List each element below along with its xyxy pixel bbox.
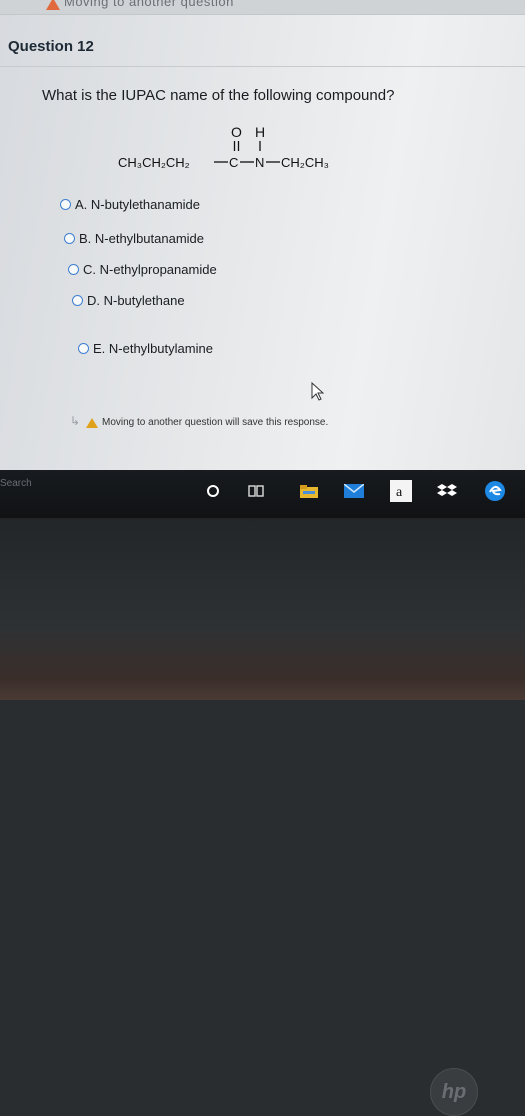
- dropbox-icon[interactable]: [436, 484, 458, 500]
- option-b[interactable]: B. N-ethylbutanamide: [64, 231, 204, 246]
- arrow-icon: ↳: [70, 414, 81, 428]
- formula-nitrogen: N: [255, 155, 264, 170]
- structural-formula: O H CH₃CH₂CH₂ C N CH₂CH₃: [118, 124, 329, 170]
- save-notice-text: Moving to another question will save thi…: [102, 417, 329, 428]
- taskbar-search[interactable]: Search: [0, 478, 32, 489]
- option-c-label: C. N-ethylpropanamide: [83, 262, 217, 277]
- option-d-label: D. N-butylethane: [87, 293, 185, 308]
- hp-logo-icon: hp: [430, 1068, 478, 1116]
- browser-viewport: Moving to another question Question 12 W…: [0, 0, 525, 470]
- svg-text:a: a: [396, 485, 403, 500]
- radio-option-d[interactable]: [72, 295, 83, 306]
- option-e-label: E. N-ethylbutylamine: [93, 341, 213, 356]
- edge-icon[interactable]: [484, 480, 506, 502]
- save-notice: Moving to another question will save thi…: [86, 417, 328, 428]
- formula-hydrogen: H: [255, 124, 265, 140]
- taskbar: Search a: [0, 470, 525, 518]
- radio-option-b[interactable]: [64, 233, 75, 244]
- amazon-icon[interactable]: a: [390, 480, 412, 502]
- task-view-icon[interactable]: [248, 484, 264, 498]
- radio-option-a[interactable]: [60, 199, 71, 210]
- radio-option-e[interactable]: [78, 343, 89, 354]
- laptop-bezel: hp: [0, 518, 525, 1116]
- formula-oxygen: O: [231, 124, 242, 140]
- warning-icon: [86, 417, 98, 428]
- formula-left-chain: CH₃CH₂CH₂: [118, 155, 190, 170]
- mail-icon[interactable]: [344, 484, 364, 498]
- option-e[interactable]: E. N-ethylbutylamine: [78, 341, 213, 356]
- option-c[interactable]: C. N-ethylpropanamide: [68, 262, 217, 277]
- option-b-label: B. N-ethylbutanamide: [79, 231, 205, 246]
- formula-carbon: C: [229, 155, 238, 170]
- cursor-icon: [311, 382, 324, 401]
- option-d[interactable]: D. N-butylethane: [72, 293, 185, 308]
- radio-option-c[interactable]: [68, 264, 79, 275]
- file-explorer-icon[interactable]: [300, 484, 318, 498]
- option-a[interactable]: A. N-butylethanamide: [60, 197, 200, 212]
- option-a-label: A. N-butylethanamide: [75, 197, 201, 212]
- formula-right-chain: CH₂CH₃: [281, 155, 329, 170]
- cortana-icon[interactable]: [206, 484, 220, 498]
